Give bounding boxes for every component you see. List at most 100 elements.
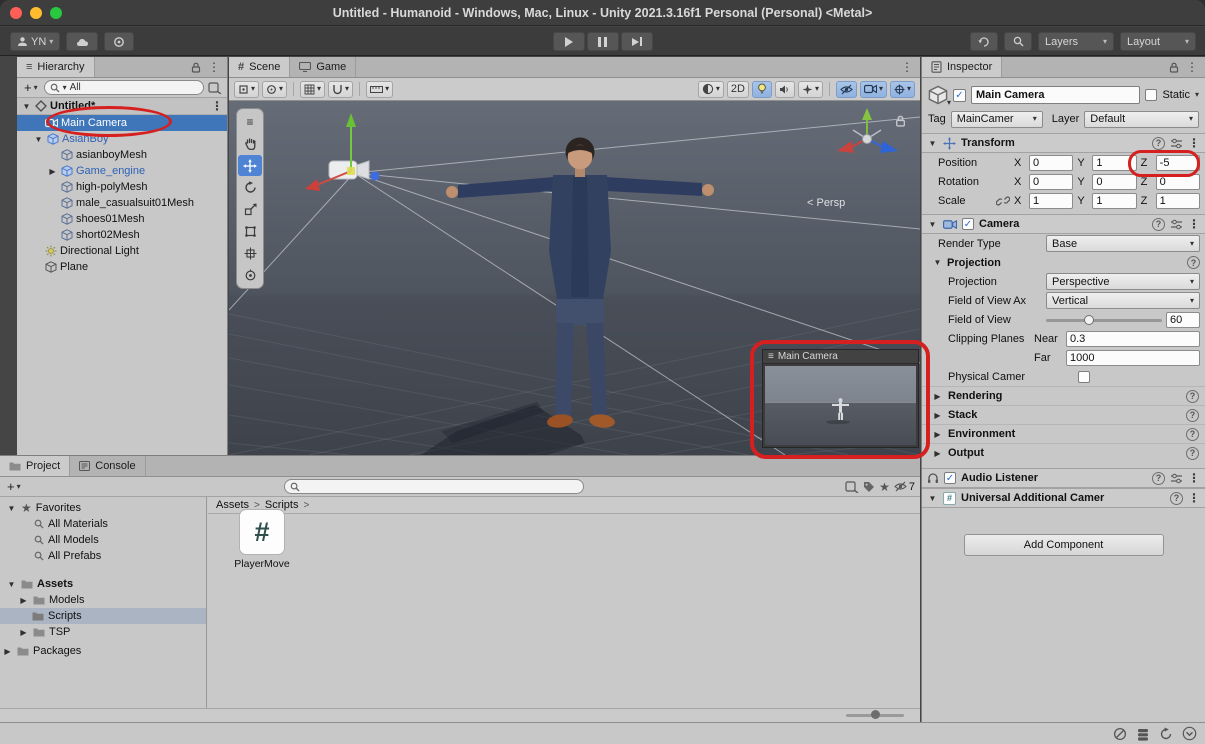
transform-component-header[interactable]: ▼ Transform ? ⋮ <box>922 133 1205 153</box>
undo-history-button[interactable] <box>970 32 998 51</box>
layer-dropdown[interactable]: Default ▾ <box>1084 111 1199 128</box>
inspector-menu-icon[interactable]: ⋮ <box>1186 61 1198 73</box>
active-checkbox[interactable]: ✓ <box>953 89 966 102</box>
overlay-menu-handle[interactable]: ≡ <box>238 111 262 132</box>
position-y-field[interactable]: 1 <box>1092 155 1136 171</box>
perspective-label[interactable]: < Persp <box>807 197 845 209</box>
camera-enabled-checkbox[interactable]: ✓ <box>962 218 974 230</box>
help-icon[interactable]: ? <box>1186 390 1199 403</box>
help-icon[interactable]: ? <box>1186 428 1199 441</box>
gizmos-button[interactable]: ▾ <box>890 81 915 98</box>
view-hand-tool[interactable] <box>238 133 262 154</box>
scale-y-field[interactable]: 1 <box>1092 193 1136 209</box>
audio-listener-checkbox[interactable]: ✓ <box>944 472 956 484</box>
hierarchy-menu-icon[interactable]: ⋮ <box>208 61 220 73</box>
foldout-open-icon[interactable]: ▼ <box>6 580 17 589</box>
favorite-all-models[interactable]: All Models <box>0 532 206 548</box>
component-menu-icon[interactable]: ⋮ <box>1188 472 1200 484</box>
tab-game[interactable]: Game <box>290 57 356 77</box>
tool-settings-button[interactable]: ▾ <box>234 81 259 98</box>
foldout-open-icon[interactable]: ▼ <box>33 135 44 144</box>
stack-foldout[interactable]: ▶ Stack ? <box>922 405 1205 424</box>
additional-camera-header[interactable]: ▼ # Universal Additional Camer ? ⋮ <box>922 488 1205 508</box>
pause-button[interactable] <box>587 32 619 51</box>
camera-component-header[interactable]: ▼ ✓ Camera ? ⋮ <box>922 214 1205 234</box>
scene-header-row[interactable]: ▼ Untitled* ⋮ <box>17 98 227 115</box>
effects-toggle-button[interactable]: ▾ <box>798 81 823 98</box>
rotation-y-field[interactable]: 0 <box>1092 174 1136 190</box>
account-dropdown[interactable]: YN ▾ <box>10 32 60 51</box>
fov-slider[interactable] <box>1046 313 1162 327</box>
rotation-x-field[interactable]: 0 <box>1029 174 1073 190</box>
cache-server-icon[interactable] <box>1136 727 1150 741</box>
gameobject-name-field[interactable]: Main Camera <box>971 86 1140 104</box>
hierarchy-item-shoes01mesh[interactable]: shoes01Mesh <box>17 211 227 227</box>
hierarchy-item-highpolymesh[interactable]: high-polyMesh <box>17 179 227 195</box>
folder-scripts[interactable]: Scripts <box>0 608 206 624</box>
help-icon[interactable]: ? <box>1186 447 1199 460</box>
presets-icon[interactable] <box>1170 473 1183 484</box>
static-checkbox[interactable] <box>1145 89 1157 101</box>
global-search-button[interactable] <box>1004 32 1032 51</box>
scene-menu-icon[interactable]: ⋮ <box>901 61 913 73</box>
play-button[interactable] <box>553 32 585 51</box>
favorites-filter-icon[interactable]: ★ <box>879 480 890 494</box>
foldout-closed-icon[interactable]: ▶ <box>2 647 13 656</box>
help-icon[interactable]: ? <box>1152 472 1165 485</box>
hierarchy-item-plane[interactable]: Plane <box>17 259 227 275</box>
scale-z-field[interactable]: 1 <box>1156 193 1200 209</box>
shading-mode-button[interactable]: ▾ <box>698 81 724 98</box>
search-by-type-icon[interactable] <box>845 481 859 493</box>
layers-dropdown[interactable]: Layers ▾ <box>1038 32 1114 51</box>
component-menu-icon[interactable]: ⋮ <box>1188 218 1200 230</box>
folder-models[interactable]: ▶ Models <box>0 592 206 608</box>
close-window-button[interactable] <box>10 7 22 19</box>
gameobject-icon-button[interactable]: ▾ <box>928 85 948 105</box>
camera-overlay-button[interactable]: ▾ <box>860 81 887 98</box>
measure-tool-button[interactable]: ▾ <box>366 81 393 98</box>
packages-root[interactable]: ▶ Packages <box>0 643 206 659</box>
tab-scene[interactable]: # Scene <box>229 57 290 77</box>
rotation-z-field[interactable]: 0 <box>1156 174 1200 190</box>
foldout-open-icon[interactable]: ▼ <box>6 504 17 513</box>
hierarchy-item-short02mesh[interactable]: short02Mesh <box>17 227 227 243</box>
hierarchy-item-directional-light[interactable]: Directional Light <box>17 243 227 259</box>
assets-root[interactable]: ▼ Assets <box>0 576 206 592</box>
favorite-all-materials[interactable]: All Materials <box>0 516 206 532</box>
hierarchy-search-input[interactable]: ▾ All <box>44 80 204 95</box>
refresh-icon[interactable] <box>1159 727 1173 741</box>
rect-tool[interactable] <box>238 221 262 242</box>
static-flags-caret-icon[interactable]: ▾ <box>1195 91 1199 99</box>
folder-tsp[interactable]: ▶ TSP <box>0 624 206 640</box>
help-icon[interactable]: ? <box>1186 409 1199 422</box>
component-menu-icon[interactable]: ⋮ <box>1188 137 1200 149</box>
output-foldout[interactable]: ▶ Output ? <box>922 443 1205 462</box>
foldout-open-icon[interactable]: ▼ <box>927 220 938 229</box>
collapse-status-icon[interactable] <box>1182 726 1197 741</box>
scale-x-field[interactable]: 1 <box>1029 193 1073 209</box>
hierarchy-item-asianboymesh[interactable]: asianboyMesh <box>17 147 227 163</box>
foldout-open-icon[interactable]: ▼ <box>21 102 32 111</box>
tab-console[interactable]: Console <box>70 456 145 476</box>
view-lock-icon[interactable] <box>895 115 906 127</box>
presets-icon[interactable] <box>1170 138 1183 149</box>
scale-tool[interactable] <box>238 199 262 220</box>
help-icon[interactable]: ? <box>1170 492 1183 505</box>
foldout-closed-icon[interactable]: ▶ <box>47 167 58 176</box>
hierarchy-item-asianboy[interactable]: ▼ AsianBoy <box>17 131 227 147</box>
presets-icon[interactable] <box>1170 219 1183 230</box>
foldout-open-icon[interactable]: ▼ <box>927 139 938 148</box>
help-icon[interactable]: ? <box>1187 256 1200 269</box>
projection-dropdown[interactable]: Perspective ▾ <box>1046 273 1200 290</box>
far-field[interactable]: 1000 <box>1066 350 1200 366</box>
fov-field[interactable]: 60 <box>1166 312 1200 328</box>
position-z-field[interactable]: -5 <box>1156 155 1200 171</box>
hierarchy-create-button[interactable]: + ▾ <box>22 80 40 95</box>
hidden-packages-toggle[interactable]: 7 <box>894 481 915 493</box>
lock-icon[interactable] <box>191 62 201 73</box>
hierarchy-item-main-camera[interactable]: Main Camera <box>17 115 227 131</box>
audio-toggle-button[interactable] <box>775 81 795 98</box>
near-field[interactable]: 0.3 <box>1066 331 1200 347</box>
thumbnail-zoom-knob[interactable] <box>871 710 880 719</box>
favorites-root[interactable]: ▼ ★ Favorites <box>0 500 206 516</box>
